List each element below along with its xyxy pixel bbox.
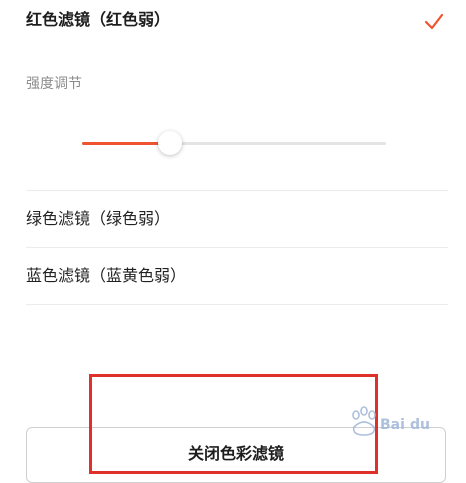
slider-fill: [82, 142, 170, 145]
filter-option-green[interactable]: 绿色滤镜（绿色弱）: [0, 191, 466, 247]
divider: [26, 304, 448, 305]
filter-option-red-label: 红色滤镜（红色弱）: [26, 10, 171, 29]
svg-text:du: du: [410, 417, 430, 433]
check-icon: [424, 13, 444, 30]
baidu-jingyan-watermark: Bai du: [352, 406, 430, 436]
svg-text:Bai: Bai: [380, 417, 405, 433]
strength-slider[interactable]: [82, 130, 386, 158]
strength-label: 强度调节: [26, 76, 82, 92]
filter-option-green-label: 绿色滤镜（绿色弱）: [26, 209, 171, 228]
filter-option-blue[interactable]: 蓝色滤镜（蓝黄色弱）: [0, 248, 466, 304]
filter-option-red[interactable]: 红色滤镜（红色弱）: [0, 0, 466, 44]
slider-thumb[interactable]: [158, 131, 182, 155]
filter-option-blue-label: 蓝色滤镜（蓝黄色弱）: [26, 266, 187, 285]
